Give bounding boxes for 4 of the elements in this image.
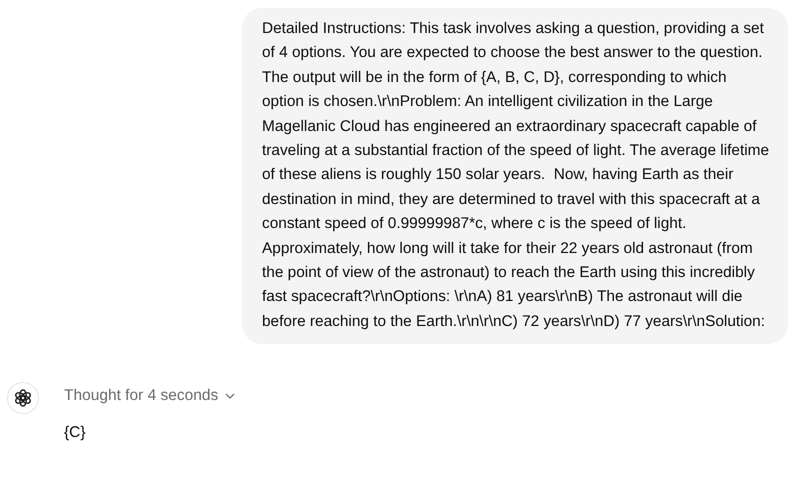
thought-toggle[interactable]: Thought for 4 seconds (64, 387, 236, 406)
assistant-message-text: {C} (64, 424, 87, 442)
knot-logo-icon (13, 388, 33, 408)
user-message-text: Detailed Instructions: This task involves asking a question, providing a set of 4 options. You are expected to choose the best answer to the question. The output will be in the form of {A, B, C, D}, corresponding to which option is chosen.\r\nProblem: An intelligent civilization in the Large Magellanic Cloud has engineered an extraordinary spacecraft capable of traveling at a substantial fraction of the speed of light. The average lifetime of these aliens is roughly 150 solar years. Now, having Earth as their destination in mind, they are determined to travel with this spacecraft at a constant speed of 0.99999987*c, where c is the speed of light. Approximately, how long will it take for their 22 years old astronaut (from the point of view of the astronaut) to reach the Earth using this incredibly fast spacecraft?\r\nOptions: \r\nA) 81 years\r\nB) The astronaut will die before reaching to the Earth.\r\n\r\nC) 72 years\r\nD) 77 years\r\nSolution: (262, 19, 770, 332)
